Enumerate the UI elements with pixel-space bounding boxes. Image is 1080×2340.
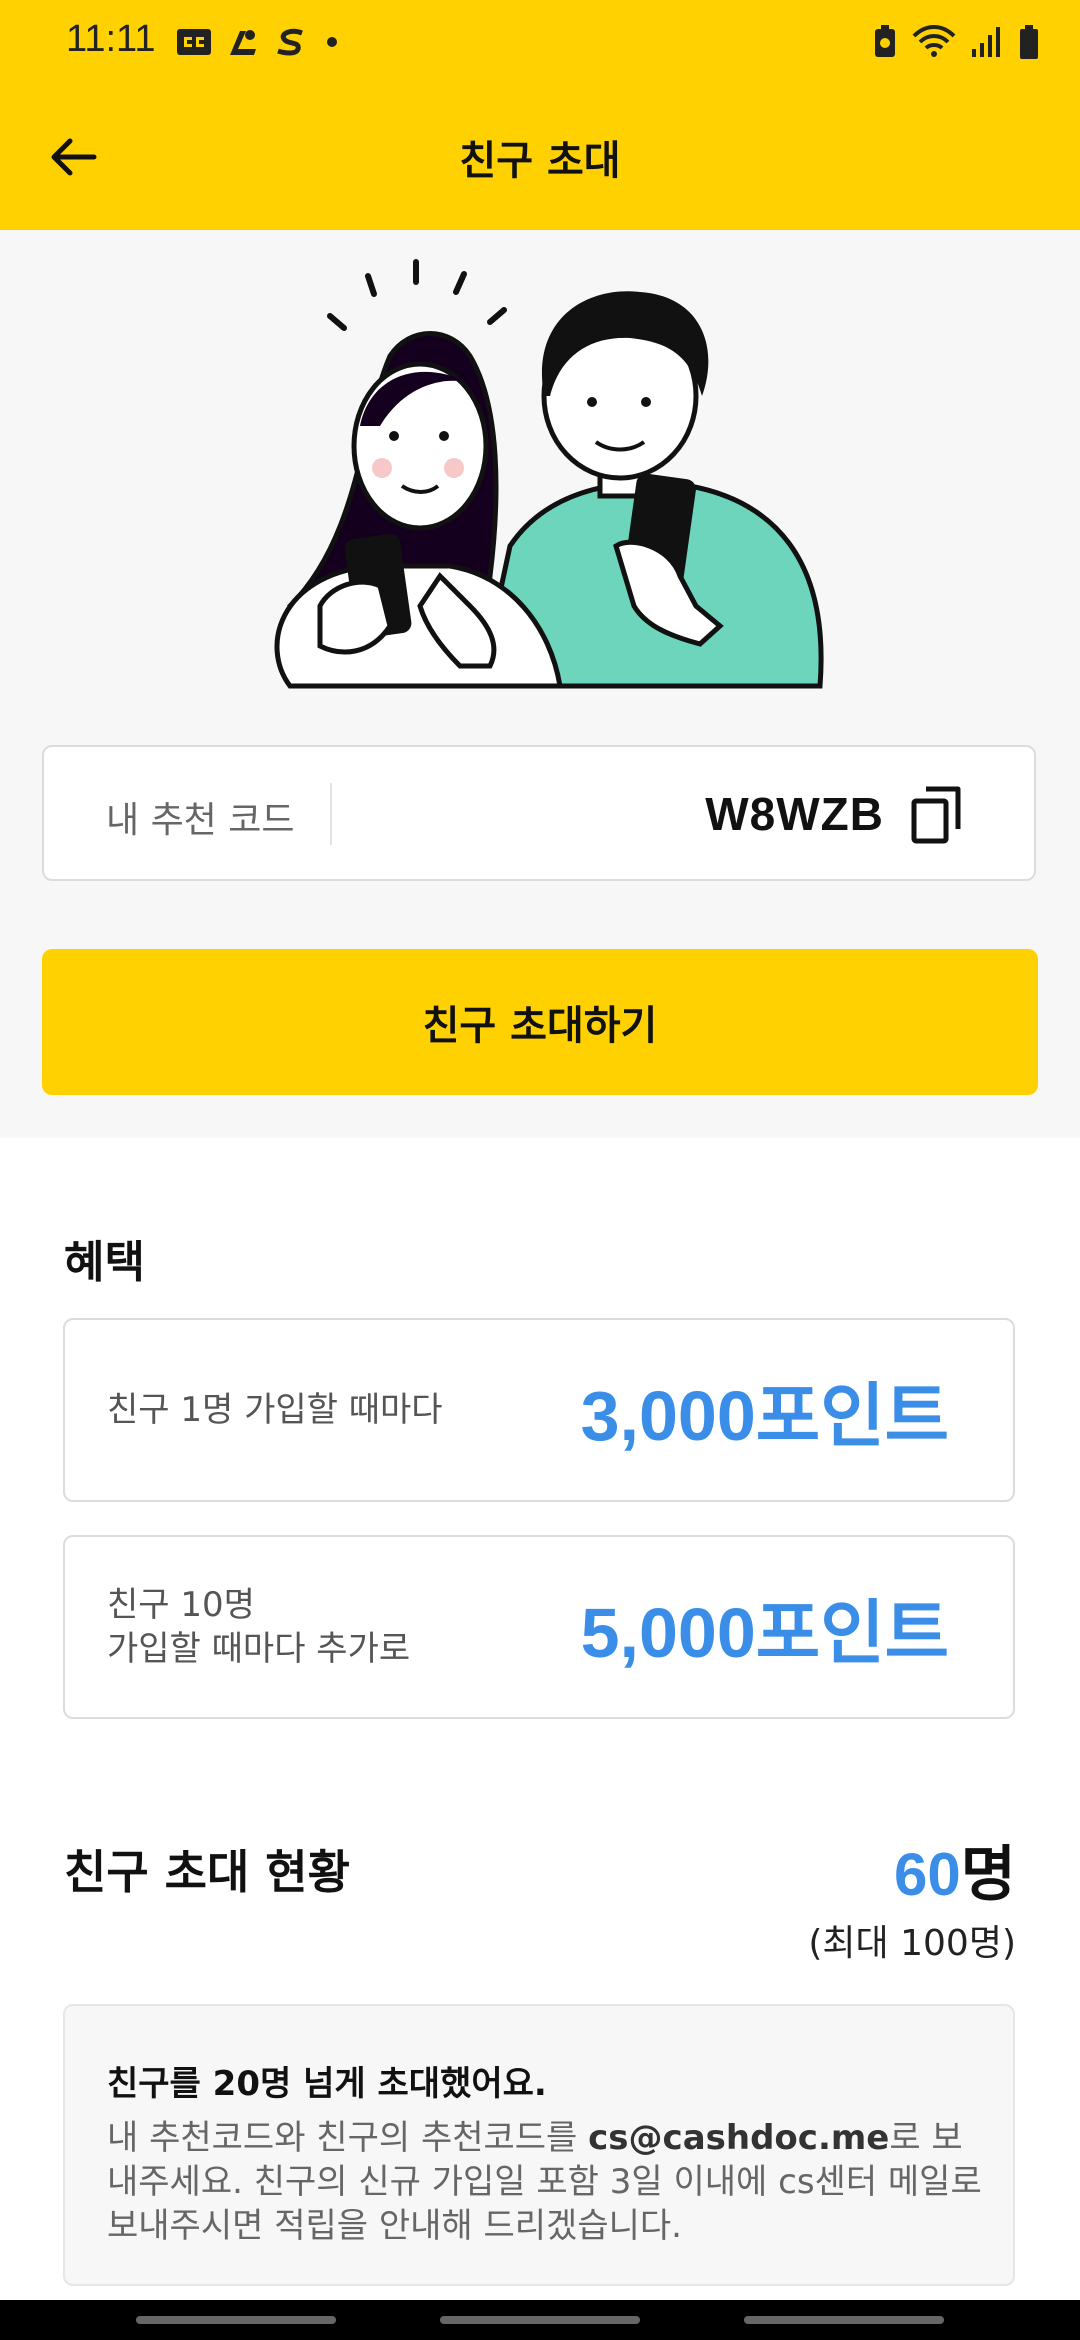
benefit-card-1: 친구 1명 가입할 때마다 3,000포인트 [63,1318,1015,1502]
page-title: 친구 초대 [459,138,621,184]
notice-title: 친구를 20명 넘게 초대했어요. [107,2064,547,2104]
battery-saver-icon [875,25,895,57]
benefit-value: 5,000포인트 [580,1593,949,1672]
invite-count: 60명 [894,1826,1016,1913]
invite-friend-button[interactable]: 친구 초대하기 [42,949,1038,1095]
battery-icon [1020,25,1038,59]
support-email: cs@cashdoc.me [588,2118,890,2158]
wifi-icon [912,25,956,57]
code-divider [330,783,332,845]
system-nav-bar [0,2300,1080,2340]
benefit-label-line: 친구 10명 [107,1585,255,1625]
invite-status-title: 친구 초대 현황 [64,1845,350,1899]
copy-code-button[interactable] [908,783,968,847]
notice-body: 내 추천코드와 친구의 추천코드를 cs@cashdoc.me로 보내주세요. … [107,2116,987,2248]
signal-icon [972,27,1000,57]
benefits-title: 혜택 [64,1237,145,1288]
benefit-label-line: 가입할 때마다 추가로 [107,1629,411,1669]
referral-section: 내 추천 코드 W8WZB 친구 초대하기 [0,230,1080,1138]
invite-count-number: 60 [894,1841,961,1908]
friends-illustration [274,259,824,689]
recent-apps-button[interactable] [136,2316,336,2324]
benefit-label: 친구 10명 가입할 때마다 추가로 [107,1537,410,1717]
notice-body-text: 내 추천코드와 친구의 추천코드를 [107,2118,589,2158]
referral-code-box: 내 추천 코드 W8WZB [42,745,1036,881]
referral-code-value: W8WZB [705,788,884,840]
benefit-label: 친구 1명 가입할 때마다 [107,1320,443,1500]
s-app-icon [277,28,303,56]
status-bar: 11:11 [0,0,1080,84]
notification-app-icon [230,30,256,55]
home-button[interactable] [440,2316,640,2324]
dot-icon [327,37,337,47]
referral-code-label: 내 추천 코드 [106,800,295,841]
caption-icon [177,29,211,55]
back-nav-button[interactable] [744,2316,944,2324]
status-left-icons [176,22,342,62]
notice-box: 친구를 20명 넘게 초대했어요. 내 추천코드와 친구의 추천코드를 cs@c… [63,2004,1015,2286]
invite-count-unit: 명 [960,1841,1016,1908]
app-header: 친구 초대 [0,84,1080,230]
copy-icon [911,786,961,844]
status-right-icons [872,22,1040,62]
benefit-value: 3,000포인트 [580,1376,949,1455]
benefit-label-line: 친구 1명 가입할 때마다 [107,1390,443,1430]
status-time: 11:11 [66,18,156,60]
benefit-card-2: 친구 10명 가입할 때마다 추가로 5,000포인트 [63,1535,1015,1719]
invite-max: (최대 100명) [808,1923,1016,1964]
